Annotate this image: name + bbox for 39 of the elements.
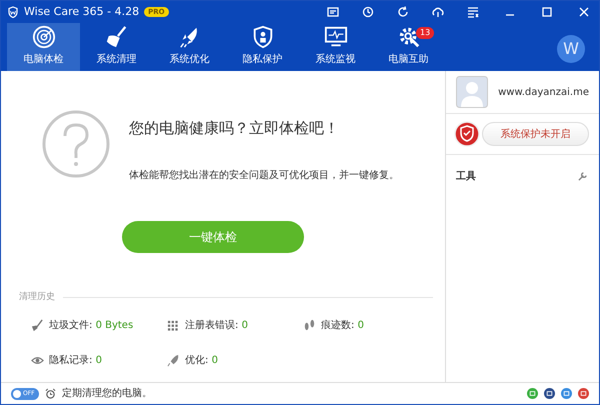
nav-tab[interactable]: 电脑互助 13 xyxy=(372,23,445,71)
shield-check-icon xyxy=(454,121,480,147)
checkup-heading: 您的电脑健康吗？立即体检吧！ xyxy=(129,118,340,139)
history-stat: 垃圾文件: 0 Bytes xyxy=(49,318,134,333)
window-title: Wise Care 365 - 4.28 xyxy=(24,4,140,20)
monitor-icon xyxy=(322,25,348,49)
rocket-icon xyxy=(167,354,180,367)
broom-icon xyxy=(31,319,44,332)
grid-icon xyxy=(167,319,180,332)
history-title: 清理历史 xyxy=(19,290,55,304)
tools-label: 工具 xyxy=(456,170,476,184)
footprints-icon xyxy=(303,319,316,332)
list-icon[interactable] xyxy=(466,5,480,19)
refresh-icon[interactable] xyxy=(396,5,410,19)
protection-button[interactable]: 系统保护未开启 xyxy=(482,122,589,146)
question-icon xyxy=(41,109,111,179)
close-icon[interactable] xyxy=(577,5,591,19)
history-stat: 优化: 0 xyxy=(185,354,218,368)
shield-logo-icon xyxy=(7,6,19,18)
nav-tab[interactable]: 隐私保护 xyxy=(226,23,299,71)
notification-badge: 13 xyxy=(416,27,434,39)
profile-avatar xyxy=(456,76,488,108)
maximize-icon[interactable] xyxy=(540,5,554,19)
wrench-icon[interactable] xyxy=(578,172,587,181)
history-stat: 痕迹数: 0 xyxy=(321,318,364,333)
history-stat: 隐私记录: 0 xyxy=(49,354,102,368)
eye-icon xyxy=(31,354,44,367)
schedule-message: 定期清理您的电脑。 xyxy=(62,386,152,401)
website-link[interactable]: www.dayanzai.me xyxy=(498,84,589,100)
radar-icon xyxy=(30,25,56,49)
message-icon[interactable] xyxy=(326,5,340,19)
alarm-clock-icon xyxy=(45,388,56,399)
history-stat: 注册表错误: 0 xyxy=(185,318,248,333)
nav-tab[interactable]: 系统优化 xyxy=(153,23,226,71)
checkup-description: 体检能帮您找出潜在的安全问题及可优化项目，并一键修复。 xyxy=(129,168,399,182)
nav-tab[interactable]: 电脑体检 xyxy=(7,23,80,71)
nav-tab[interactable]: 系统清理 xyxy=(80,23,153,71)
cloud-icon[interactable] xyxy=(431,5,445,19)
nav-tab[interactable]: 系统监视 xyxy=(299,23,372,71)
